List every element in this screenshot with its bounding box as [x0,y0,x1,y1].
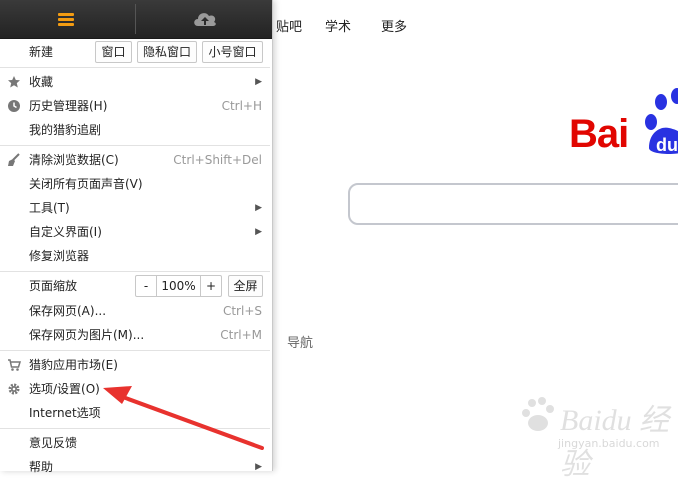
cloud-icon[interactable] [192,10,218,28]
menu-hamburger-icon[interactable] [58,13,74,26]
top-link-xueshu[interactable]: 学术 [325,16,351,35]
nav-link[interactable]: 导航 [287,332,313,351]
menu-item-favorites[interactable]: 收藏 ▶ [0,70,270,94]
zoom-level: 100% [161,279,196,293]
svg-text:du: du [656,135,678,155]
fullscreen-button[interactable]: 全屏 [228,275,263,297]
menu-item-clear-data[interactable]: 清除浏览数据(C) Ctrl+Shift+Del [0,148,270,172]
menu-item-save-page[interactable]: 保存网页(A)... Ctrl+S [0,299,270,323]
menu-new-label: 新建 [29,45,54,59]
menu-item-mute-all[interactable]: 关闭所有页面声音(V) [0,172,270,196]
zoom-in-button[interactable]: + [201,276,221,296]
top-link-tieba[interactable]: 贴吧 [276,16,302,35]
baidu-paw-icon: du [645,88,678,155]
submenu-arrow-icon: ▶ [255,203,262,213]
menu-item-internet-options[interactable]: Internet选项 [0,401,270,425]
menu-item-app-market[interactable]: 猎豹应用市场(E) [0,353,270,377]
zoom-control: - 100% + [135,275,222,297]
jingyan-watermark: Baidu 经验 jingyan.baidu.com [520,395,670,481]
menu-item-tools[interactable]: 工具(T) ▶ [0,196,270,220]
zoom-out-button[interactable]: - [136,276,156,296]
submenu-arrow-icon: ▶ [255,77,262,87]
browser-main-menu: 新建 窗口 隐私窗口 小号窗口 收藏 ▶ 历史管理器(H) Ctrl+H 我的猎… [0,0,273,474]
submenu-arrow-icon: ▶ [255,462,262,472]
new-alt-window-button[interactable]: 小号窗口 [202,41,263,63]
menu-item-save-as-image[interactable]: 保存网页为图片(M)... Ctrl+M [0,323,270,347]
star-icon [8,76,20,88]
menu-item-help[interactable]: 帮助 ▶ [0,455,270,479]
clock-icon [8,100,20,112]
menu-item-repair[interactable]: 修复浏览器 [0,244,270,268]
gear-icon [8,383,20,395]
broom-icon [8,153,20,166]
zoom-label: 页面缩放 [29,279,78,293]
cart-icon [8,359,21,371]
baidu-logo[interactable]: Bai du [569,88,678,160]
baidu-logo-text: Bai [569,112,629,156]
paw-watermark-icon [522,397,554,431]
menu-item-customize[interactable]: 自定义界面(I) ▶ [0,220,270,244]
top-link-more[interactable]: 更多 [381,16,407,35]
submenu-arrow-icon: ▶ [255,227,262,237]
menu-item-settings[interactable]: 选项/设置(O) [0,377,270,401]
watermark-url: jingyan.baidu.com [558,437,660,450]
menu-item-history[interactable]: 历史管理器(H) Ctrl+H [0,94,270,118]
new-private-window-button[interactable]: 隐私窗口 [137,41,197,63]
menu-item-feedback[interactable]: 意见反馈 [0,431,270,455]
new-window-button[interactable]: 窗口 [95,41,132,63]
menu-header [0,0,272,39]
search-input[interactable] [348,183,678,225]
menu-item-my-series[interactable]: 我的猎豹追剧 [0,118,270,142]
